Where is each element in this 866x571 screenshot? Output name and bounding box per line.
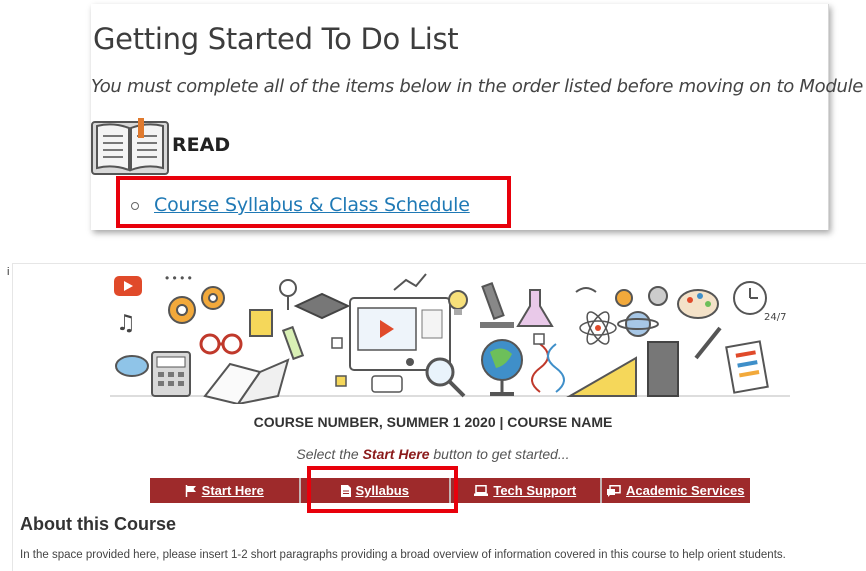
start-note-suffix: button to get started... <box>429 446 570 462</box>
start-here-instructions: Select the Start Here button to get star… <box>0 446 866 462</box>
tech-support-button[interactable]: Tech Support <box>451 478 602 503</box>
card-title: Getting Started To Do List <box>93 22 459 56</box>
chat-icon <box>606 484 621 497</box>
book-icon <box>91 118 169 175</box>
laptop-icon <box>474 485 489 496</box>
academic-services-label: Academic Services <box>625 483 745 498</box>
academic-services-button[interactable]: Academic Services <box>602 478 751 503</box>
info-marker: i <box>7 266 10 278</box>
syllabus-button-highlight <box>307 466 458 513</box>
flag-icon <box>185 484 197 497</box>
education-doodle-banner: ♫ • • • • 24/7 <box>110 271 790 404</box>
about-course-text: In the space provided here, please inser… <box>20 549 786 561</box>
svg-text:• • • •: • • • • <box>165 271 192 285</box>
about-course-heading: About this Course <box>20 514 176 534</box>
start-here-button[interactable]: Start Here <box>150 478 301 503</box>
section-divider <box>12 263 866 264</box>
start-note-prefix: Select the <box>296 446 363 462</box>
card-instructions: You must complete all of the items below… <box>91 76 866 97</box>
svg-text:♫: ♫ <box>116 311 136 336</box>
start-note-emphasis: Start Here <box>362 446 430 462</box>
course-heading: COURSE NUMBER, SUMMER 1 2020 | COURSE NA… <box>253 414 613 430</box>
read-label: READ <box>172 134 231 156</box>
start-here-label: Start Here <box>201 483 264 498</box>
tech-support-label: Tech Support <box>493 483 577 498</box>
syllabus-link-highlight <box>116 176 511 228</box>
banner-24-7-text: 24/7 <box>764 312 786 323</box>
